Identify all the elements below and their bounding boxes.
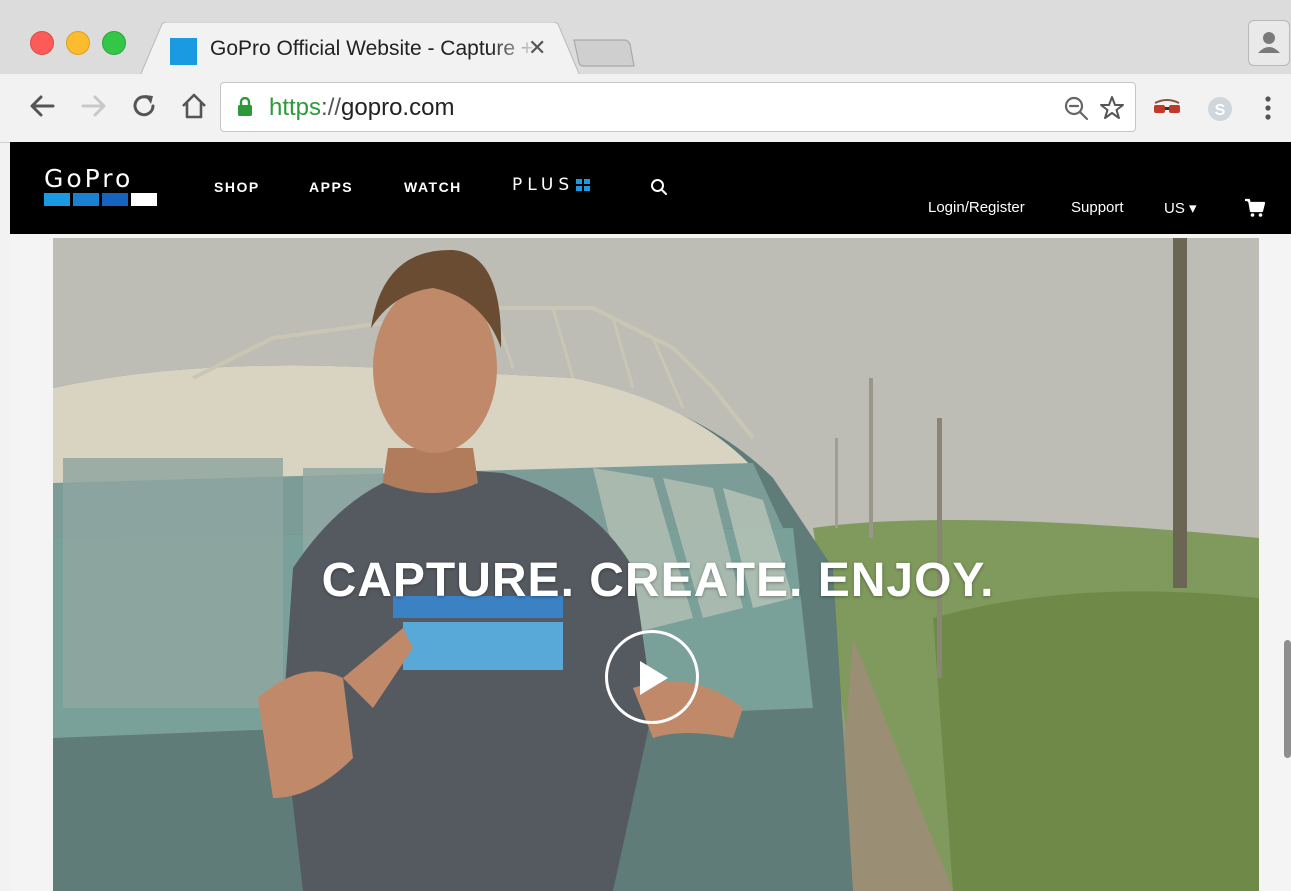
address-url: https://gopro.com [269, 94, 454, 122]
hero-video[interactable]: CAPTURE. CREATE. ENJOY. [53, 238, 1259, 891]
url-scheme: https [269, 94, 322, 121]
tab-gopro[interactable]: GoPro Official Website - Capture + Share… [140, 22, 580, 76]
close-window-button[interactable] [30, 31, 54, 55]
nav-login[interactable]: Login/Register [928, 199, 1025, 216]
hero-headline: CAPTURE. CREATE. ENJOY. [321, 554, 995, 607]
svg-text:S: S [1215, 102, 1226, 119]
page-scrollbar[interactable] [1284, 640, 1291, 758]
search-icon[interactable] [650, 178, 668, 196]
profile-icon [1258, 32, 1280, 53]
browser-titlebar: GoPro Official Website - Capture + Share… [0, 0, 1291, 76]
browser-toolbar: https://gopro.com S [0, 74, 1291, 143]
reload-icon [133, 95, 155, 117]
region-selector[interactable]: US ▾ [1164, 199, 1197, 217]
nav-shop[interactable]: SHOP [214, 179, 260, 195]
zoom-window-button[interactable] [102, 31, 126, 55]
profile-button[interactable] [1248, 20, 1290, 66]
nav-watch[interactable]: WATCH [404, 179, 462, 195]
nav-plus[interactable]: PLUS [512, 175, 591, 195]
url-separator: :// [321, 94, 342, 121]
url-host: gopro.com [341, 94, 455, 121]
cart-icon[interactable] [1244, 198, 1266, 218]
star-icon[interactable] [1099, 95, 1125, 121]
site-header: GoPro SHOP APPS WATCH PLUS Login/Registe… [10, 142, 1291, 234]
logo-text: GoPro [44, 164, 134, 193]
back-icon [30, 95, 55, 117]
home-button[interactable] [176, 88, 212, 124]
play-icon [640, 661, 668, 695]
tab-title: GoPro Official Website - Capture + Share… [210, 37, 540, 61]
gopro-favicon-icon [170, 38, 197, 65]
home-icon [182, 93, 206, 119]
address-bar[interactable]: https://gopro.com [220, 82, 1136, 132]
nav-plus-label: PLUS [512, 175, 575, 195]
nav-support[interactable]: Support [1071, 199, 1124, 216]
skype-icon[interactable]: S [1205, 94, 1235, 124]
tab-close-icon[interactable]: ✕ [528, 35, 546, 61]
gopro-logo[interactable]: GoPro [44, 164, 157, 206]
nav-apps[interactable]: APPS [309, 179, 353, 195]
extension-icon[interactable] [1152, 94, 1182, 120]
lock-icon [238, 97, 252, 116]
new-tab-button[interactable] [572, 36, 636, 75]
forward-icon [81, 95, 106, 117]
minimize-window-button[interactable] [66, 31, 90, 55]
zoom-icon[interactable] [1063, 95, 1089, 121]
forward-button[interactable] [76, 88, 112, 124]
back-button[interactable] [24, 88, 60, 124]
logo-blocks [44, 193, 157, 206]
play-button[interactable] [605, 630, 699, 724]
plus-dots-icon [576, 179, 591, 191]
menu-icon[interactable] [1262, 94, 1274, 122]
reload-button[interactable] [126, 88, 162, 124]
